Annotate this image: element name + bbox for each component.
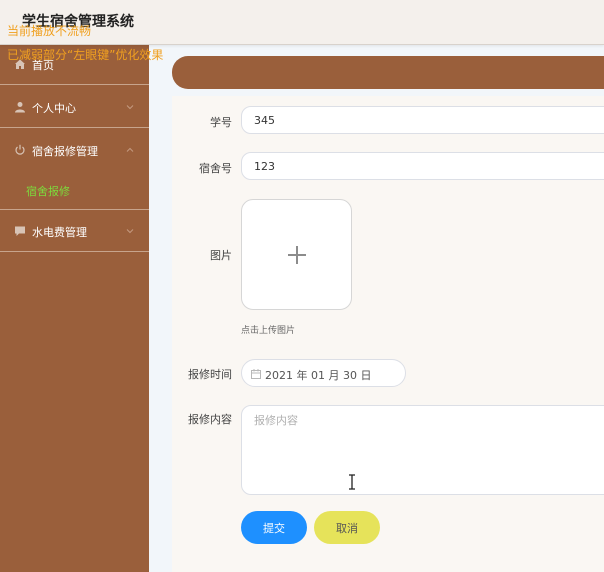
content-banner [172,56,604,89]
chevron-down-icon [126,105,134,110]
sidebar-item-profile[interactable]: 个人中心 [0,87,149,128]
playback-notice: 当前播放不流畅 [7,24,92,38]
image-upload-box[interactable] [241,199,352,310]
text-cursor-icon [349,474,355,490]
sidebar-item-utility-fees[interactable]: 水电费管理 [0,211,149,252]
cancel-button[interactable]: 取消 [314,511,380,544]
repair-date-picker[interactable]: 2021 年 01 月 30 日 [241,359,406,387]
submit-button[interactable]: 提交 [241,511,307,544]
image-label: 图片 [210,249,232,262]
repair-date-value: 2021 年 01 月 30 日 [265,369,372,382]
sidebar-subitem-label: 宿舍报修 [26,185,70,198]
chevron-down-icon [126,229,134,234]
power-icon [15,144,25,155]
sidebar: 首页 个人中心 宿舍报修管理 宿舍报修 水电费管理 [0,44,149,572]
repair-time-label: 报修时间 [188,368,232,381]
student-id-input[interactable] [241,106,604,134]
user-icon [15,102,25,113]
sidebar-item-label: 水电费管理 [32,226,87,239]
repair-content-label: 报修内容 [188,413,232,426]
sidebar-subitem-dorm-repair[interactable]: 宿舍报修 [0,172,149,210]
student-id-label: 学号 [210,116,232,129]
upload-hint: 点击上传图片 [241,326,296,336]
sidebar-item-label: 个人中心 [32,102,76,115]
dorm-number-input[interactable] [241,152,604,180]
dorm-number-label: 宿舍号 [199,162,232,175]
message-icon [15,226,25,236]
chevron-up-icon [126,147,134,152]
sidebar-item-repair-management[interactable]: 宿舍报修管理 [0,130,149,171]
repair-content-textarea[interactable] [241,405,604,495]
calendar-icon [251,369,261,379]
optimization-notice: 已减弱部分“左眼键”优化效果 [7,48,164,62]
sidebar-item-label: 宿舍报修管理 [32,145,98,158]
